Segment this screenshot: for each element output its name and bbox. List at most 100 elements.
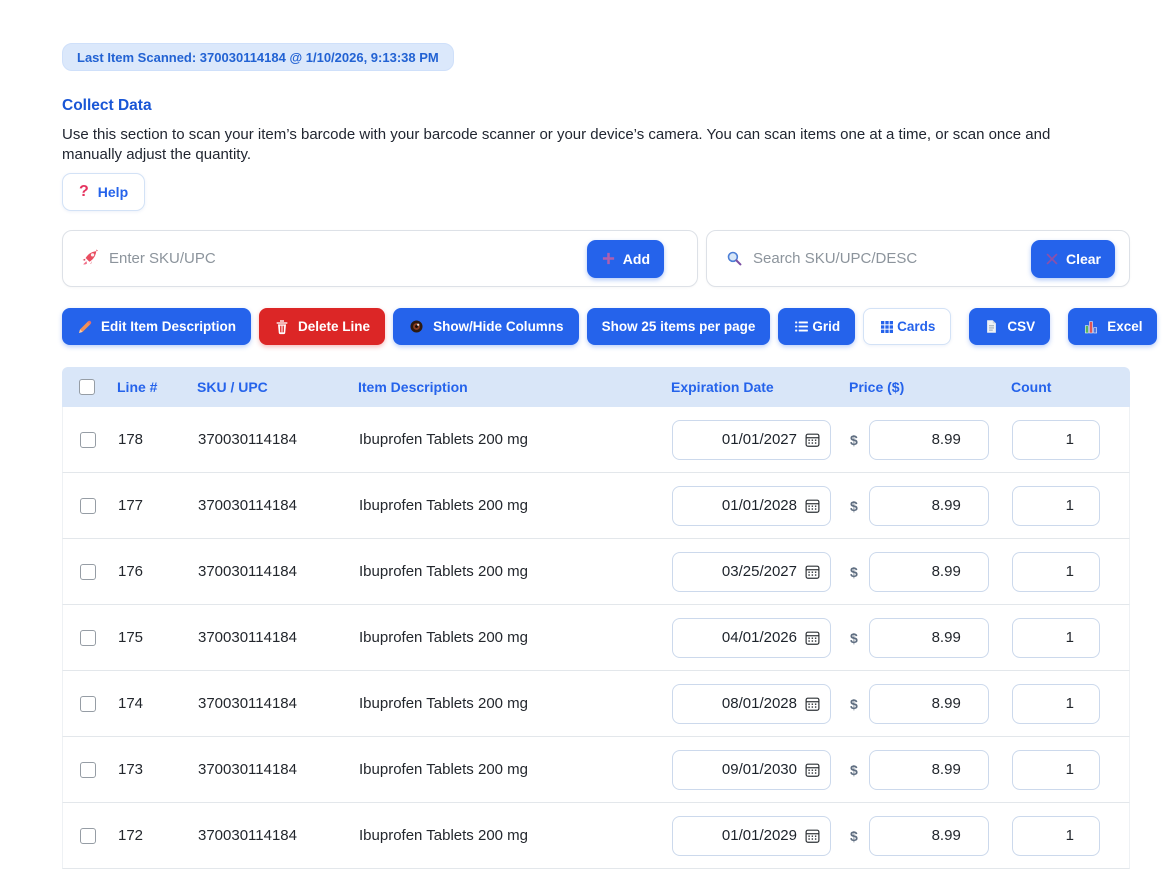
sku-cell: 370030114184 [198,761,359,778]
table-row: 177 370030114184 Ibuprofen Tablets 200 m… [62,473,1130,539]
item-description-cell: Ibuprofen Tablets 200 mg [359,431,672,448]
table-row: 174 370030114184 Ibuprofen Tablets 200 m… [62,671,1130,737]
header-expiration-date: Expiration Date [671,379,849,395]
select-all-checkbox[interactable] [79,379,95,395]
row-checkbox[interactable] [80,630,96,646]
count-input[interactable]: 1 [1012,816,1100,856]
price-value: 8.99 [932,563,961,580]
expiration-date-input[interactable]: 01/01/2028 [672,486,831,526]
show-hide-columns-button[interactable]: Show/Hide Columns [393,308,579,345]
line-number-cell: 176 [118,563,198,580]
header-item-description: Item Description [358,379,671,395]
expiration-date-value: 09/01/2030 [722,761,797,778]
add-button[interactable]: Add [587,240,664,278]
price-input[interactable]: 8.99 [869,552,989,592]
edit-item-description-button[interactable]: Edit Item Description [62,308,251,345]
bar-chart-icon [1083,319,1099,335]
price-input[interactable]: 8.99 [869,618,989,658]
table-body: 178 370030114184 Ibuprofen Tablets 200 m… [62,407,1130,869]
table-row: 172 370030114184 Ibuprofen Tablets 200 m… [62,803,1130,869]
section-description: Use this section to scan your item’s bar… [62,125,1112,165]
line-number-cell: 174 [118,695,198,712]
calendar-icon [804,695,821,712]
row-checkbox[interactable] [80,696,96,712]
row-checkbox[interactable] [80,564,96,580]
currency-symbol: $ [850,828,858,844]
sku-cell: 370030114184 [198,431,359,448]
page-size-button[interactable]: Show 25 items per page [587,308,771,345]
export-csv-button[interactable]: CSV [969,308,1050,345]
currency-symbol: $ [850,696,858,712]
row-checkbox[interactable] [80,498,96,514]
count-input[interactable]: 1 [1012,684,1100,724]
search-input-group: Clear [706,230,1130,287]
count-input[interactable]: 1 [1012,552,1100,592]
price-value: 8.99 [932,827,961,844]
price-input[interactable]: 8.99 [869,486,989,526]
sku-input[interactable] [109,250,579,267]
row-checkbox[interactable] [80,432,96,448]
currency-symbol: $ [850,432,858,448]
count-value: 1 [1066,695,1074,712]
calendar-icon [804,497,821,514]
help-button[interactable]: ? Help [62,173,145,211]
price-input[interactable]: 8.99 [869,816,989,856]
price-input[interactable]: 8.99 [869,420,989,460]
search-input[interactable] [753,250,1023,267]
count-value: 1 [1066,629,1074,646]
table-row: 175 370030114184 Ibuprofen Tablets 200 m… [62,605,1130,671]
price-input[interactable]: 8.99 [869,684,989,724]
price-input[interactable]: 8.99 [869,750,989,790]
scan-entry-row: Add Clear [62,230,1130,287]
line-number-cell: 173 [118,761,198,778]
item-description-cell: Ibuprofen Tablets 200 mg [359,695,672,712]
list-icon [793,318,810,335]
count-input[interactable]: 1 [1012,750,1100,790]
line-number-cell: 172 [118,827,198,844]
table-row: 176 370030114184 Ibuprofen Tablets 200 m… [62,539,1130,605]
line-number-cell: 177 [118,497,198,514]
row-checkbox[interactable] [80,762,96,778]
sku-cell: 370030114184 [198,695,359,712]
expiration-date-input[interactable]: 04/01/2026 [672,618,831,658]
sku-cell: 370030114184 [198,629,359,646]
question-mark-icon: ? [79,183,89,201]
edit-button-label: Edit Item Description [101,319,236,334]
price-value: 8.99 [932,629,961,646]
clear-button-label: Clear [1066,251,1101,267]
delete-line-button[interactable]: Delete Line [259,308,385,345]
expiration-date-input[interactable]: 01/01/2027 [672,420,831,460]
x-icon [1045,252,1059,266]
count-input[interactable]: 1 [1012,618,1100,658]
calendar-icon [804,563,821,580]
currency-symbol: $ [850,564,858,580]
count-input[interactable]: 1 [1012,420,1100,460]
cards-view-button[interactable]: Cards [863,308,951,345]
count-value: 1 [1066,431,1074,448]
header-line-number: Line # [117,379,197,395]
expiration-date-input[interactable]: 09/01/2030 [672,750,831,790]
count-input[interactable]: 1 [1012,486,1100,526]
collect-data-page: Last Item Scanned: 370030114184 @ 1/10/2… [62,0,1130,869]
add-button-label: Add [623,251,650,267]
price-value: 8.99 [932,497,961,514]
table-header-row: Line # SKU / UPC Item Description Expira… [62,367,1130,407]
export-excel-button[interactable]: Excel [1068,308,1157,345]
table-row: 178 370030114184 Ibuprofen Tablets 200 m… [62,407,1130,473]
currency-symbol: $ [850,630,858,646]
item-description-cell: Ibuprofen Tablets 200 mg [359,761,672,778]
expiration-date-input[interactable]: 01/01/2029 [672,816,831,856]
eye-icon [408,318,425,335]
grid-view-button[interactable]: Grid [778,308,855,345]
cards-button-label: Cards [897,319,935,334]
currency-symbol: $ [850,762,858,778]
document-icon [984,319,999,334]
clear-search-button[interactable]: Clear [1031,240,1115,278]
expiration-date-input[interactable]: 08/01/2028 [672,684,831,724]
item-description-cell: Ibuprofen Tablets 200 mg [359,827,672,844]
rocket-icon [81,249,100,268]
count-value: 1 [1066,761,1074,778]
excel-button-label: Excel [1107,319,1142,334]
row-checkbox[interactable] [80,828,96,844]
expiration-date-input[interactable]: 03/25/2027 [672,552,831,592]
